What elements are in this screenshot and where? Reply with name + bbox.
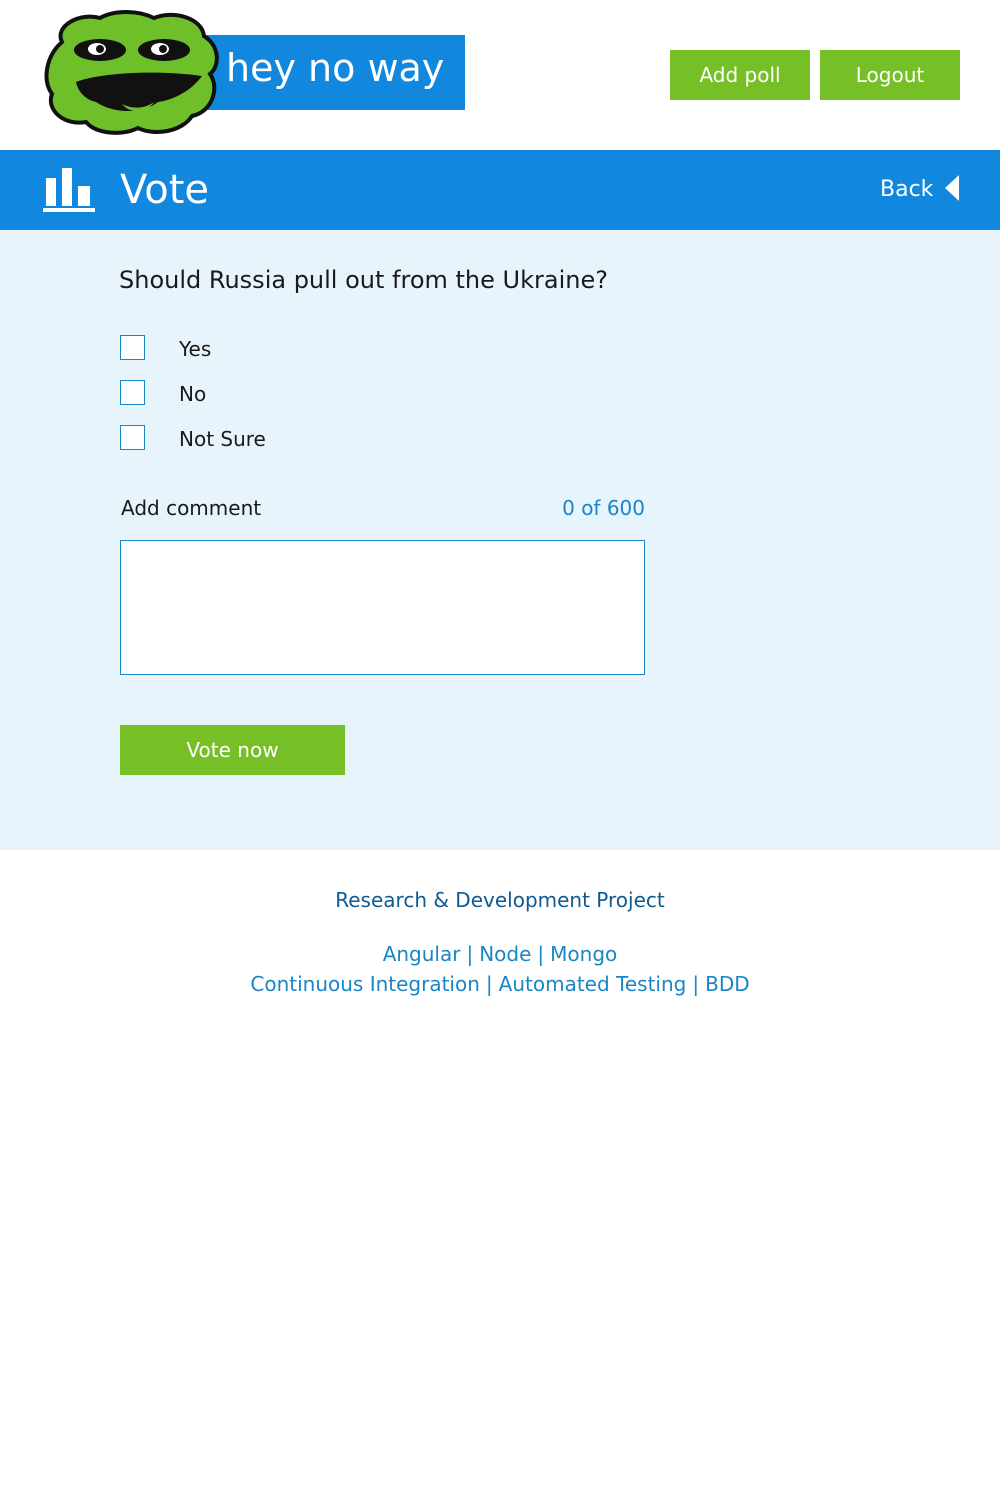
vote-now-button[interactable]: Vote now	[120, 725, 345, 775]
footer-tech-links: Angular | Node | Mongo	[0, 942, 1000, 966]
comment-label: Add comment	[121, 496, 262, 520]
footer-separator: |	[485, 972, 493, 996]
footer-title: Research & Development Project	[335, 888, 665, 912]
frog-logo-icon[interactable]	[42, 8, 220, 136]
back-link[interactable]: Back	[880, 176, 933, 204]
option-checkbox[interactable]	[120, 335, 145, 360]
poll-question: Should Russia pull out from the Ukraine?	[119, 266, 608, 294]
option-checkbox[interactable]	[120, 425, 145, 450]
footer-link-angular[interactable]: Angular	[383, 942, 461, 966]
site-footer: Research & Development Project Angular | N…	[0, 850, 1000, 1490]
option-checkbox[interactable]	[120, 380, 145, 405]
footer-practice-links: Continuous Integration | Automated Testing…	[0, 972, 1000, 996]
footer-link-bdd[interactable]: BDD	[705, 972, 750, 996]
option-label: No	[179, 382, 207, 406]
character-counter: 0 of 600	[562, 496, 645, 520]
site-name[interactable]: hey no way	[200, 35, 465, 110]
footer-link-mongo[interactable]: Mongo	[550, 942, 617, 966]
footer-separator: |	[692, 972, 700, 996]
logout-button[interactable]: Logout	[820, 50, 960, 100]
page-title-bar: Vote Back	[0, 150, 1000, 230]
option-label: Yes	[179, 337, 212, 361]
site-header: hey no way Add poll Logout	[0, 0, 1000, 150]
footer-link-ci[interactable]: Continuous Integration	[250, 972, 480, 996]
caret-left-icon[interactable]	[945, 175, 961, 201]
add-poll-button[interactable]: Add poll	[670, 50, 810, 100]
bar-chart-icon	[43, 168, 95, 212]
footer-separator: |	[466, 942, 474, 966]
vote-form: Should Russia pull out from the Ukraine?…	[0, 230, 1000, 850]
footer-separator: |	[537, 942, 545, 966]
comment-textarea[interactable]	[120, 540, 645, 675]
option-label: Not Sure	[179, 427, 266, 451]
footer-link-testing[interactable]: Automated Testing	[499, 972, 687, 996]
page-title: Vote	[120, 167, 210, 213]
footer-link-node[interactable]: Node	[479, 942, 531, 966]
